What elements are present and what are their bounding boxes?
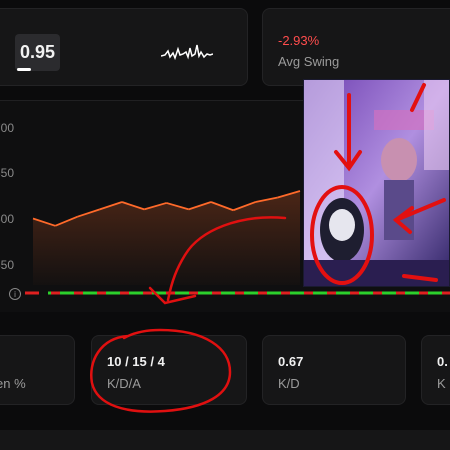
info-icon[interactable]: i [9, 288, 21, 300]
stat-label-kd: K/D [278, 376, 300, 391]
meme-image [303, 79, 450, 287]
stat-card: 0. K [421, 335, 450, 405]
dashboard: 0.95 -2.93% Avg Swing 700 650 600 550 [0, 0, 450, 450]
stat-value-kda: 10 / 15 / 4 [107, 354, 165, 369]
series-area [33, 191, 300, 285]
stat-label: K [437, 376, 446, 391]
stat-card-kd: 0.67 K/D [262, 335, 406, 405]
stat-label: en % [0, 376, 26, 391]
stat-card-kda: 10 / 15 / 4 K/D/A [91, 335, 247, 405]
stat-card: en % [0, 335, 75, 405]
stat-value-kd: 0.67 [278, 354, 304, 369]
stat-label-kda: K/D/A [107, 376, 141, 391]
stat-value: 0. [437, 354, 448, 369]
bottom-bar [0, 430, 450, 450]
